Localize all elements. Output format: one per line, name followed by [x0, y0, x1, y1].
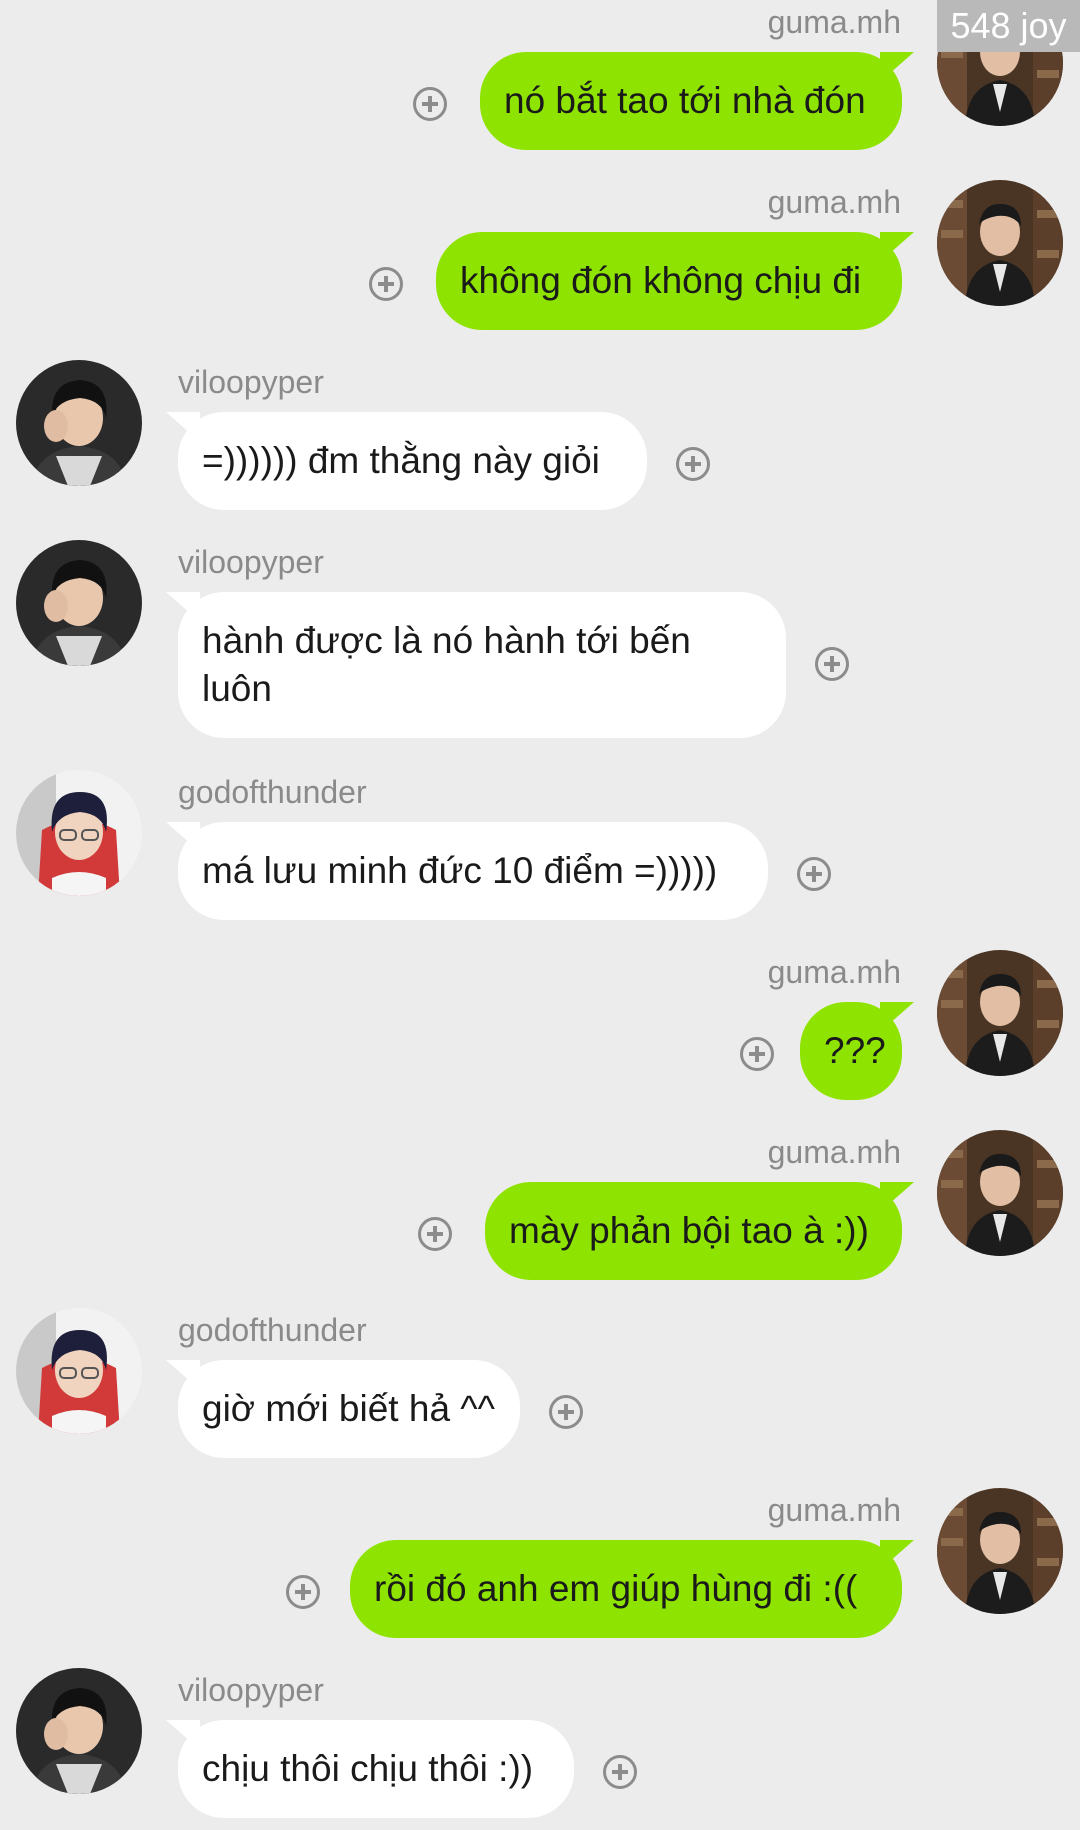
add-reaction-icon[interactable] — [815, 647, 849, 681]
add-reaction-icon[interactable] — [418, 1217, 452, 1251]
message-bubble[interactable]: nó bắt tao tới nhà đón — [480, 52, 902, 150]
avatar[interactable] — [16, 770, 142, 896]
godofthunder-avatar-icon — [16, 770, 142, 896]
sender-name: guma.mh — [767, 4, 901, 40]
sender-name: godofthunder — [178, 774, 367, 810]
avatar[interactable] — [937, 1130, 1063, 1256]
avatar[interactable] — [16, 540, 142, 666]
viloopyper-avatar-icon — [16, 540, 142, 666]
avatar[interactable] — [937, 950, 1063, 1076]
add-reaction-icon[interactable] — [549, 1395, 583, 1429]
sender-name: guma.mh — [767, 954, 901, 990]
guma-avatar-icon — [937, 180, 1063, 306]
message-bubble[interactable]: ??? — [800, 1002, 902, 1100]
add-reaction-icon[interactable] — [740, 1037, 774, 1071]
message-bubble[interactable]: giờ mới biết hả ^^ — [178, 1360, 520, 1458]
add-reaction-icon[interactable] — [369, 267, 403, 301]
add-reaction-icon[interactable] — [676, 447, 710, 481]
add-reaction-icon[interactable] — [797, 857, 831, 891]
avatar[interactable] — [937, 180, 1063, 306]
avatar[interactable] — [16, 360, 142, 486]
add-reaction-icon[interactable] — [286, 1575, 320, 1609]
sender-name: guma.mh — [767, 1134, 901, 1170]
guma-avatar-icon — [937, 950, 1063, 1076]
message-bubble[interactable]: =)))))) đm thằng này giỏi — [178, 412, 647, 510]
sender-name: guma.mh — [767, 184, 901, 220]
sender-name: viloopyper — [178, 364, 324, 400]
sender-name: viloopyper — [178, 544, 324, 580]
message-bubble[interactable]: mày phản bội tao à :)) — [485, 1182, 902, 1280]
avatar[interactable] — [16, 1668, 142, 1794]
sender-name: godofthunder — [178, 1312, 367, 1348]
guma-avatar-icon — [937, 1130, 1063, 1256]
avatar[interactable] — [16, 1308, 142, 1434]
message-bubble[interactable]: má lưu minh đức 10 điểm =))))) — [178, 822, 768, 920]
viloopyper-avatar-icon — [16, 360, 142, 486]
sender-name: guma.mh — [767, 1492, 901, 1528]
guma-avatar-icon — [937, 1488, 1063, 1614]
message-bubble[interactable]: chịu thôi chịu thôi :)) — [178, 1720, 574, 1818]
avatar[interactable] — [937, 1488, 1063, 1614]
message-bubble[interactable]: hành được là nó hành tới bến luôn — [178, 592, 786, 738]
viloopyper-avatar-icon — [16, 1668, 142, 1794]
add-reaction-icon[interactable] — [603, 1755, 637, 1789]
message-bubble[interactable]: rồi đó anh em giúp hùng đi :(( — [350, 1540, 902, 1638]
sender-name: viloopyper — [178, 1672, 324, 1708]
godofthunder-avatar-icon — [16, 1308, 142, 1434]
chat-thread: 548 joy guma.mh nó bắt tao tới nhà đón g… — [0, 0, 1080, 1830]
message-bubble[interactable]: không đón không chịu đi — [436, 232, 902, 330]
add-reaction-icon[interactable] — [413, 87, 447, 121]
joy-count-badge: 548 joy — [937, 0, 1080, 52]
